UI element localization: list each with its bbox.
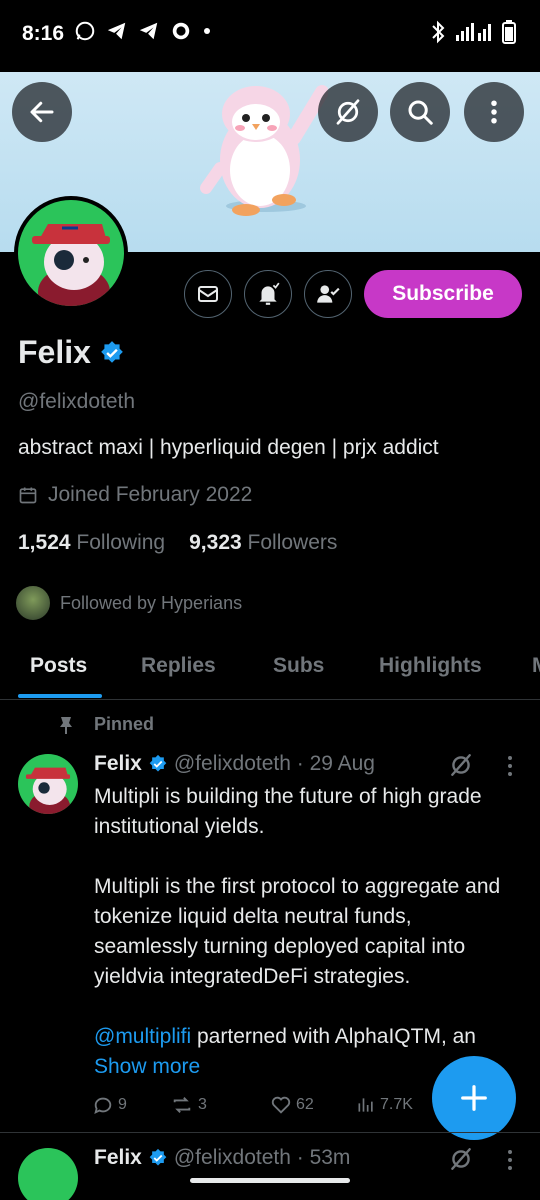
- penguin-illustration: [200, 85, 328, 216]
- followers-count: 9,323: [189, 531, 242, 554]
- message-button[interactable]: [184, 270, 232, 318]
- following-label: Following: [76, 531, 166, 554]
- notifications-button[interactable]: [244, 270, 292, 318]
- followed-by-text: Followed by Hyperians: [60, 592, 243, 613]
- post-actions: 9 3 62 7.7K: [92, 1094, 432, 1116]
- compose-button[interactable]: [432, 1056, 516, 1140]
- plus-icon: [461, 1085, 487, 1111]
- follow-stats: 1,524 Following 9,323 Followers: [18, 531, 337, 555]
- back-button[interactable]: [12, 82, 72, 142]
- following-button[interactable]: [304, 270, 352, 318]
- post-body[interactable]: Multipli is building the future of high …: [94, 782, 514, 1082]
- followers-link[interactable]: 9,323 Followers: [189, 531, 337, 555]
- post-avatar[interactable]: [18, 754, 78, 814]
- verified-icon: [149, 1148, 167, 1166]
- battery-icon: [502, 20, 516, 44]
- dot-icon: [204, 28, 210, 34]
- tab-replies[interactable]: Replies: [141, 654, 216, 678]
- follow-icon: [317, 285, 340, 303]
- following-link[interactable]: 1,524 Following: [18, 531, 165, 555]
- profile-name: Felix: [18, 334, 91, 370]
- avatar-image: [18, 200, 124, 306]
- like-count: 62: [296, 1096, 314, 1113]
- post-handle-time: @felixdoteth · 53m: [173, 1146, 351, 1169]
- profile-handle: @felixdoteth: [18, 390, 136, 413]
- followed-by[interactable]: Followed by Hyperians: [14, 584, 242, 622]
- post-author[interactable]: Felix: [94, 752, 142, 776]
- gesture-nav-bar[interactable]: [190, 1178, 350, 1183]
- avatar-penguin-icon: [32, 224, 110, 306]
- tab-highlights[interactable]: Highlights: [379, 654, 482, 678]
- pinned-text: Pinned: [94, 714, 155, 734]
- telegram-icon: [107, 22, 126, 40]
- post-avatar[interactable]: [18, 1148, 78, 1200]
- joined-date: Joined February 2022: [18, 483, 252, 507]
- verified-icon: [101, 340, 123, 363]
- like-icon: [271, 1096, 291, 1114]
- pin-icon: [60, 716, 72, 734]
- follower-avatar: [14, 584, 52, 622]
- search-button[interactable]: [390, 82, 450, 142]
- reply-count: 9: [118, 1096, 127, 1113]
- tab-posts[interactable]: Posts: [30, 654, 87, 678]
- profile-name-row: Felix: [18, 334, 125, 371]
- pinned-label: Pinned: [58, 714, 154, 735]
- back-arrow-icon: [30, 101, 54, 123]
- subscribe-button[interactable]: Subscribe: [364, 270, 522, 318]
- grok-icon[interactable]: [448, 752, 474, 778]
- status-system-icons: [430, 20, 516, 44]
- post-header: Felix @felixdoteth · 53m: [94, 1146, 350, 1170]
- views-button[interactable]: 7.7K: [356, 1094, 413, 1116]
- repost-button[interactable]: 3: [170, 1094, 270, 1116]
- show-more-link[interactable]: Show more: [94, 1055, 200, 1078]
- profile-bio: abstract maxi | hyperliquid degen | prjx…: [18, 436, 439, 459]
- status-notification-icons: [74, 20, 212, 42]
- bell-icon: [259, 282, 280, 305]
- search-icon: [408, 100, 433, 125]
- verified-icon: [149, 754, 167, 772]
- views-count: 7.7K: [380, 1096, 413, 1113]
- post-text-2: Multipli is the first protocol to aggreg…: [94, 875, 501, 988]
- reply-button[interactable]: 9: [92, 1094, 170, 1116]
- joined-text: Joined February 2022: [48, 483, 253, 506]
- status-time: 8:16: [22, 22, 65, 45]
- profile-tabs: Posts Replies Subs Highlights M: [0, 640, 540, 700]
- more-vertical-icon: [491, 100, 497, 124]
- post-header: Felix @felixdoteth · 29 Aug: [94, 752, 375, 776]
- app-notification-icon: [172, 22, 190, 40]
- post-text-1: Multipli is building the future of high …: [94, 785, 482, 838]
- grok-icon[interactable]: [448, 1146, 474, 1172]
- like-button[interactable]: 62: [270, 1094, 356, 1116]
- calendar-icon: [19, 487, 37, 504]
- telegram-icon: [139, 22, 158, 40]
- views-icon: [358, 1098, 373, 1112]
- repost-count: 3: [198, 1096, 207, 1113]
- mail-icon: [198, 286, 218, 302]
- whatsapp-icon: [75, 21, 95, 41]
- status-bar: 8:16: [0, 0, 540, 72]
- grok-button[interactable]: [318, 82, 378, 142]
- signal-icon: [456, 23, 491, 41]
- tab-subs[interactable]: Subs: [273, 654, 324, 678]
- tab-media[interactable]: M: [532, 654, 540, 678]
- followers-label: Followers: [247, 531, 338, 554]
- profile-avatar[interactable]: [14, 196, 128, 310]
- mention-link[interactable]: @multiplifi: [94, 1025, 191, 1048]
- repost-icon: [173, 1097, 191, 1113]
- post-more-icon[interactable]: [500, 754, 520, 778]
- post-handle-time: @felixdoteth · 29 Aug: [173, 752, 375, 775]
- post-author[interactable]: Felix: [94, 1146, 142, 1170]
- bluetooth-icon: [432, 20, 445, 44]
- reply-icon: [94, 1097, 112, 1115]
- more-options-button[interactable]: [464, 82, 524, 142]
- following-count: 1,524: [18, 531, 71, 554]
- post-more-icon[interactable]: [500, 1148, 520, 1172]
- grok-icon: [336, 99, 360, 125]
- active-tab-indicator: [18, 694, 102, 698]
- post-text-3-rest: parterned with AlphaIQTM, an: [191, 1025, 476, 1048]
- avatar-penguin-icon: [25, 767, 71, 814]
- post-divider: [0, 1132, 540, 1133]
